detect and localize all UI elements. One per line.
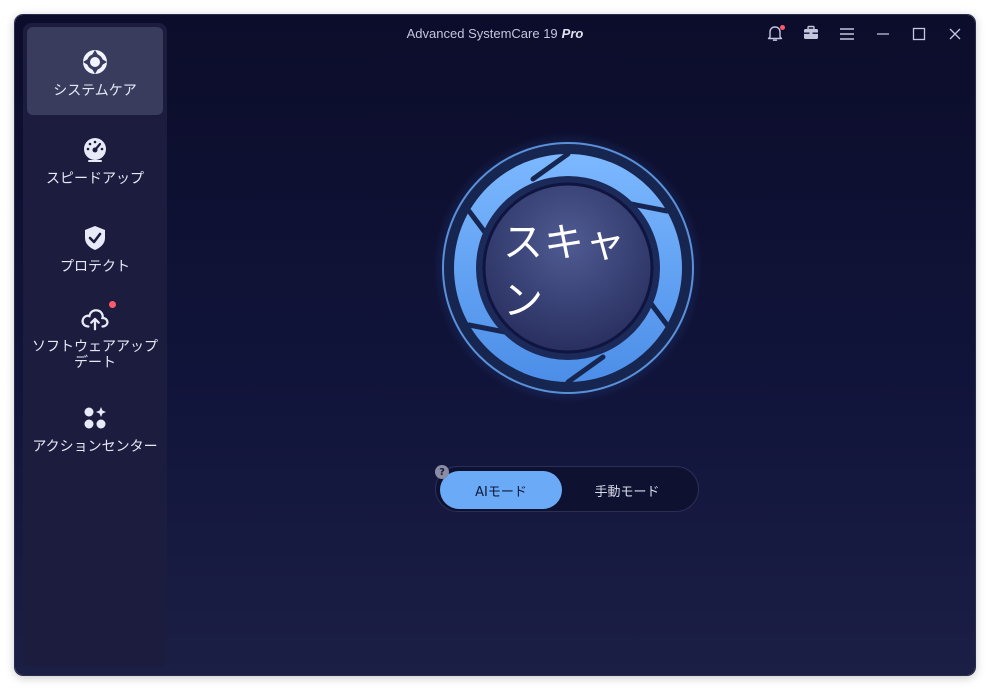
window-title: Advanced SystemCare 19 Pro [15, 26, 975, 41]
sidebar-item-label: スピードアップ [46, 171, 144, 187]
sidebar: システムケア スピードアップ プロテクト ソフトウェアアップデート アクションセ… [23, 23, 167, 667]
sidebar-item-label: アクションセンター [32, 439, 158, 455]
bell-icon [766, 24, 785, 46]
manual-mode-button[interactable]: 手動モード [566, 471, 688, 509]
shield-check-icon [80, 223, 110, 253]
scan-dial[interactable]: スキャン [433, 133, 703, 403]
sidebar-item-label: プロテクト [60, 259, 130, 275]
app-window: システムケア スピードアップ プロテクト ソフトウェアアップデート アクションセ… [15, 15, 975, 675]
system-care-icon [80, 47, 110, 77]
sidebar-item-protect[interactable]: プロテクト [27, 223, 163, 275]
toolbox-button[interactable] [799, 23, 823, 47]
notification-dot [109, 301, 116, 308]
cloud-upload-icon [80, 301, 116, 333]
menu-button[interactable] [835, 23, 859, 47]
maximize-icon [912, 26, 926, 45]
close-button[interactable] [943, 23, 967, 47]
ai-mode-button[interactable]: AIモード [440, 471, 562, 509]
menu-icon [839, 26, 855, 45]
notifications-button[interactable] [763, 23, 787, 47]
speedometer-icon [80, 135, 110, 165]
minimize-icon [876, 26, 890, 45]
toolbox-icon [802, 24, 820, 46]
sidebar-item-action-center[interactable]: アクションセンター [27, 403, 163, 455]
maximize-button[interactable] [907, 23, 931, 47]
minimize-button[interactable] [871, 23, 895, 47]
scan-button[interactable]: スキャン [503, 203, 633, 333]
close-icon [948, 26, 962, 45]
sidebar-item-speed-up[interactable]: スピードアップ [27, 135, 163, 187]
notification-dot [780, 25, 785, 30]
sidebar-item-label: ソフトウェアアップデート [32, 339, 158, 371]
apps-grid-icon [80, 403, 110, 433]
help-icon[interactable]: ? [435, 465, 449, 479]
app-title: Advanced SystemCare 19 [406, 26, 558, 41]
sidebar-item-label: システムケア [53, 83, 137, 99]
edition-label: Pro [561, 26, 584, 41]
sidebar-item-software-update[interactable]: ソフトウェアアップデート [27, 301, 163, 371]
mode-toggle: AIモード 手動モード [435, 466, 699, 512]
